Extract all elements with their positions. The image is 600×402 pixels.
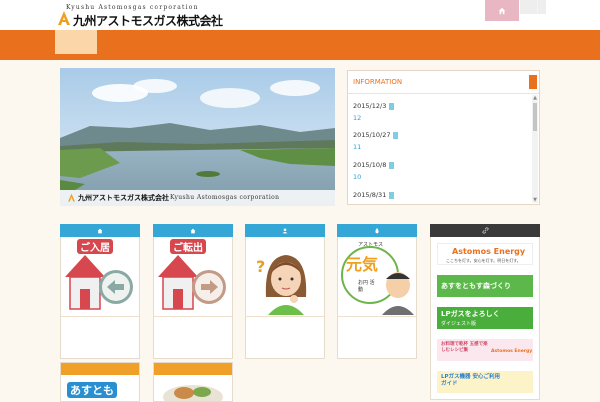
banner-text: あすをともす森づくり [441, 282, 511, 290]
nav-item-label: LP [225, 11, 234, 19]
move-out-illustration: ご転出 [154, 237, 232, 315]
nav-item-5[interactable]: - [342, 0, 402, 30]
info-item: 2015/12/3 [353, 102, 395, 110]
new-marker-icon [389, 102, 395, 110]
astomos-logo-icon [68, 193, 75, 202]
card-divider [61, 316, 139, 317]
nav-item-dash: - [170, 11, 173, 19]
move-in-label: ご入居 [77, 239, 113, 254]
nav-item-1[interactable]: - [97, 0, 158, 30]
nav-item-lp-1[interactable]: LP - [219, 0, 280, 30]
card-header [154, 363, 232, 375]
question-woman-illustration: ? [246, 237, 324, 315]
card-food[interactable] [153, 362, 233, 402]
information-accent-bar [529, 75, 537, 89]
info-item: 2015/10/27 [353, 131, 399, 139]
banner-sidebar: Astomos Energy ここちを灯す。安心を灯す。明日を灯す。 あすをとも… [430, 224, 540, 400]
hero-image [60, 68, 335, 206]
banner-text: Astomos Energy [452, 247, 526, 256]
new-marker-icon [389, 191, 395, 199]
nav-item-dash: - [243, 11, 246, 19]
banner-sub: ここちを灯す。安心を灯す。明日を灯す。 [446, 258, 521, 263]
info-link[interactable]: 11 [353, 143, 361, 151]
banner-text: LPガスをよろしく [441, 310, 500, 318]
card-move-out[interactable]: ご転出 [153, 224, 233, 359]
card-header [61, 363, 139, 375]
food-photo [163, 385, 223, 401]
info-link[interactable]: 10 [353, 173, 361, 181]
info-date: 2015/10/8 [353, 161, 387, 169]
banner-text: LPガス機器 安心ご利用ガイド [441, 374, 500, 387]
info-item: 2015/10/8 [353, 161, 395, 169]
nav-item-dash: - [478, 11, 481, 19]
information-title: INFORMATION [353, 78, 403, 86]
astomo-label: あすとも [67, 382, 117, 398]
info-date: 2015/8/31 [353, 191, 387, 199]
card-divider [246, 316, 324, 317]
banner-safety-guide[interactable]: LPガス機器 安心ご利用ガイド [437, 371, 533, 393]
nav-active-indicator[interactable] [55, 30, 97, 54]
nav-item-2[interactable]: - [158, 0, 219, 30]
nav-item-7[interactable]: - [462, 0, 538, 30]
home-icon [190, 228, 196, 233]
card-header [153, 224, 233, 237]
genki-illustration: アストモス 元気 お円 活動 [338, 237, 416, 315]
user-icon [282, 227, 288, 233]
hero-caption-company: 九州アストモスガス株式会社 [78, 194, 169, 202]
river-landscape-photo [60, 68, 335, 206]
new-marker-icon [389, 161, 395, 169]
move-out-label: ご転出 [170, 239, 206, 254]
card-header [60, 224, 140, 237]
banner-sub: Astomos Energy [491, 349, 533, 354]
nav-item-dash: - [428, 11, 431, 19]
info-link[interactable]: 12 [353, 114, 361, 122]
information-panel: INFORMATION 2015/12/3 12 2015/10/27 11 2… [347, 70, 540, 205]
astomos-logo-icon [58, 11, 70, 25]
genki-brand: アストモス [358, 242, 384, 248]
nav-item-dash: - [368, 11, 371, 19]
info-date: 2015/10/27 [353, 131, 391, 139]
banner-text: お料理で乾杯 五感で楽しむレシピ集 [441, 342, 488, 353]
banner-lpgas-digest[interactable]: LPガスをよろしく ダイジェスト版 [437, 307, 533, 329]
scroll-down-icon[interactable]: ▼ [532, 197, 538, 203]
hero-caption-english: Kyushu Astomosgas corporation [170, 194, 280, 201]
information-header: INFORMATION [348, 71, 539, 94]
new-marker-icon [393, 131, 399, 139]
hero-caption: 九州アストモスガス株式会社 Kyushu Astomosgas corporat… [60, 190, 335, 206]
information-list: 2015/12/3 12 2015/10/27 11 2015/10/8 10 … [348, 95, 533, 203]
scroll-thumb[interactable] [533, 103, 537, 131]
banner-recipe[interactable]: お料理で乾杯 五感で楽しむレシピ集 Astomos Energy [437, 339, 533, 361]
nav-item-dash: - [109, 11, 112, 19]
link-icon [481, 226, 489, 234]
nav-item-dash: - [300, 11, 303, 19]
nav-item-label: LP [286, 11, 295, 19]
card-genki[interactable]: アストモス 元気 お円 活動 [337, 224, 417, 359]
move-in-illustration: ご入居 [61, 237, 139, 315]
nav-item-6[interactable]: - [402, 0, 462, 30]
card-move-in[interactable]: ご入居 [60, 224, 140, 359]
card-header [245, 224, 325, 237]
home-icon [97, 228, 103, 233]
card-header [337, 224, 417, 237]
card-astomo[interactable]: あすとも [60, 362, 140, 402]
banner-astomos-energy[interactable]: Astomos Energy ここちを灯す。安心を灯す。明日を灯す。 [437, 243, 533, 265]
banner-sidebar-header [430, 224, 540, 237]
fire-icon [375, 227, 379, 233]
genki-sub: お円 活動 [358, 280, 375, 293]
nav-item-lp-2[interactable]: LP - [280, 0, 342, 30]
banner-forest[interactable]: あすをともす森づくり [437, 275, 533, 297]
scroll-up-icon[interactable]: ▲ [532, 95, 538, 101]
info-item: 2015/8/31 [353, 191, 395, 199]
information-scrollbar[interactable]: ▲ ▼ [532, 95, 538, 203]
banner-sub: ダイジェスト版 [441, 321, 477, 327]
card-divider [338, 316, 416, 317]
genki-label: 元気 [346, 255, 379, 274]
info-date: 2015/12/3 [353, 102, 387, 110]
question-mark: ? [256, 257, 266, 276]
card-divider [154, 316, 232, 317]
card-question[interactable]: ? [245, 224, 325, 359]
